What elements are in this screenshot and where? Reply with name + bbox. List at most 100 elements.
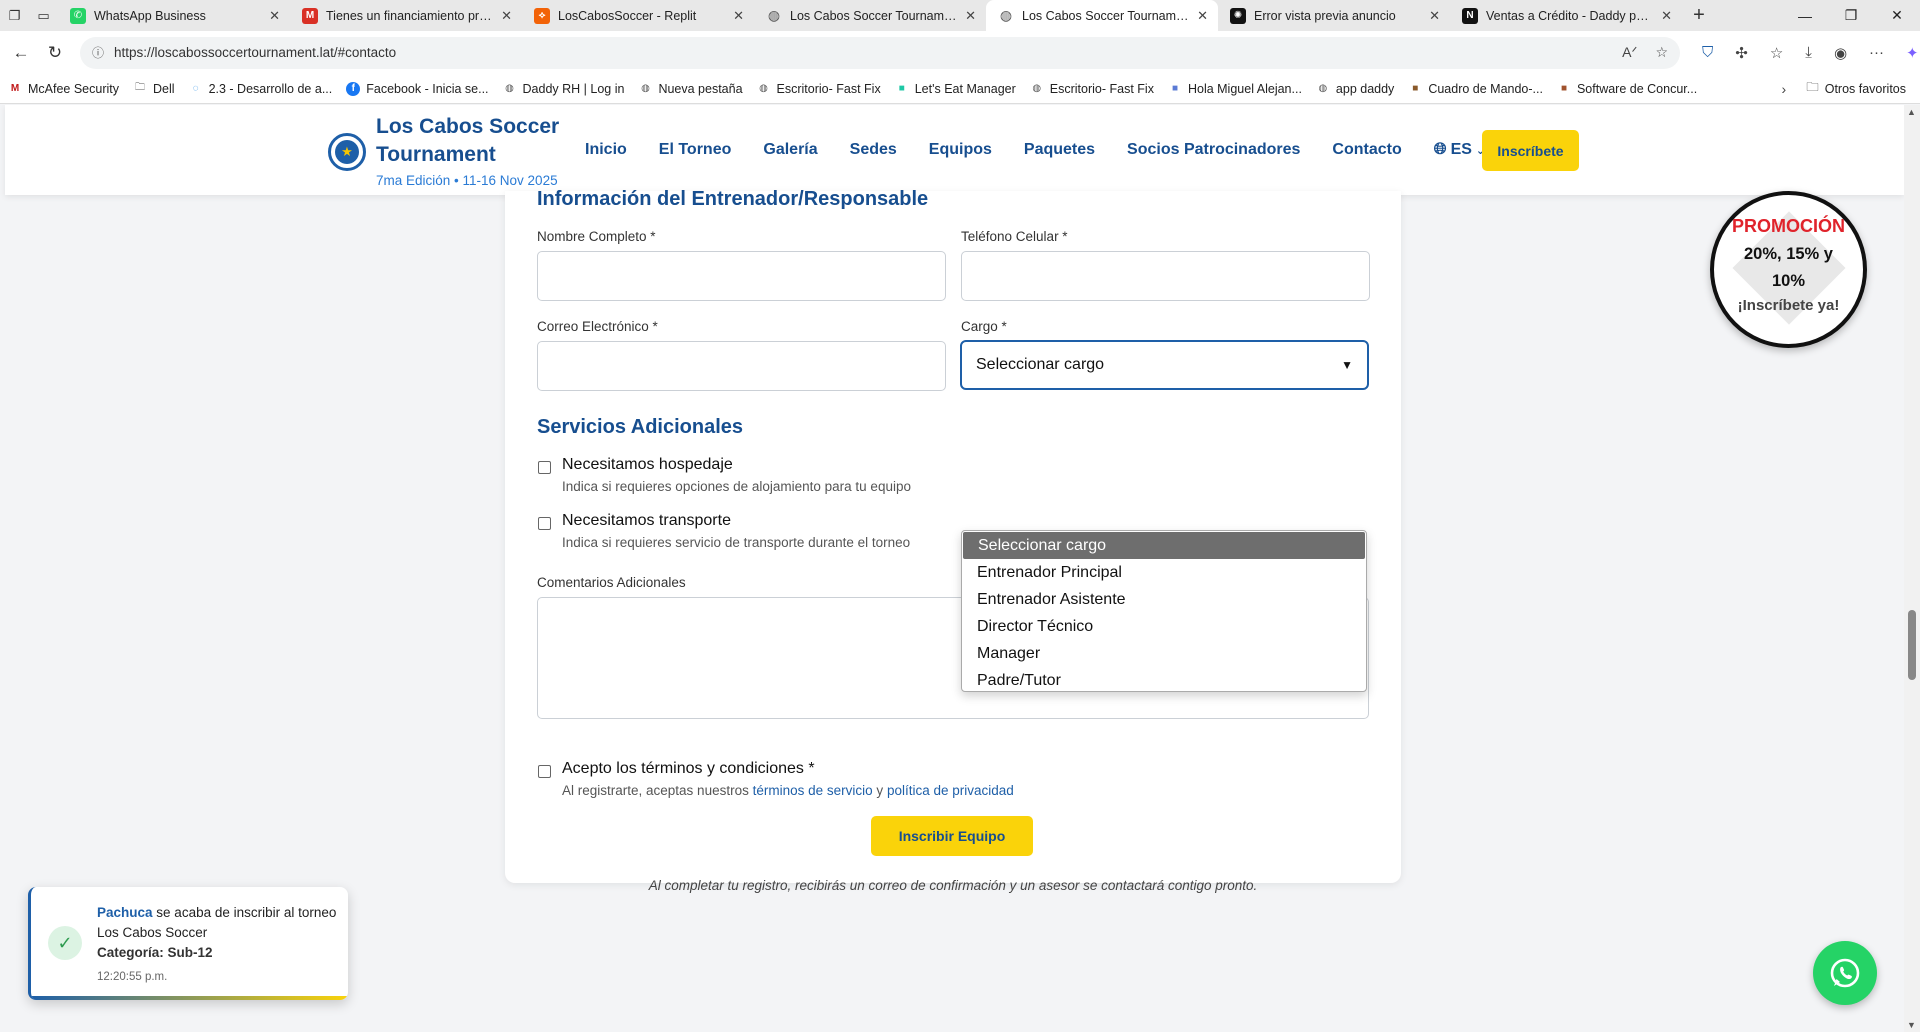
close-tab-icon[interactable]: ✕ — [1661, 8, 1672, 24]
lodging-checkbox[interactable] — [538, 461, 551, 474]
nav-paquetes[interactable]: Paquetes — [1024, 141, 1095, 159]
browser-tab[interactable]: M Tienes un financiamiento pre-ap ✕ — [290, 0, 522, 31]
bookmark-item[interactable]: ◍ app daddy — [1316, 82, 1395, 96]
bookmarks-overflow-icon[interactable]: › — [1782, 81, 1787, 97]
nav-galeria[interactable]: Galería — [763, 141, 817, 159]
toast-time: 12:20:55 p.m. — [97, 971, 168, 983]
submit-team-button[interactable]: Inscribir Equipo — [871, 816, 1033, 856]
app-icon: ■ — [898, 83, 905, 94]
replit-icon: ⟡ — [534, 7, 550, 24]
role-select[interactable]: Seleccionar cargo ▼ — [960, 340, 1369, 390]
tab-title: WhatsApp Business — [94, 8, 206, 23]
bookmark-item[interactable]: ◍ Daddy RH | Log in — [503, 82, 624, 96]
profile-avatar[interactable]: ◉ — [1834, 44, 1847, 62]
bookmark-item[interactable]: ■ Cuadro de Mando-... — [1408, 82, 1543, 96]
shield-icon[interactable]: ⛉ — [1702, 44, 1713, 61]
role-option[interactable]: Entrenador Principal — [962, 559, 1366, 586]
page-scrollbar[interactable]: ▲ ▼ — [1904, 105, 1920, 1032]
bookmark-item[interactable]: 🗀 Dell — [133, 82, 175, 96]
globe-icon: ◍ — [1318, 83, 1328, 94]
globe-icon: ◍ — [505, 83, 514, 94]
browser-tab[interactable]: ✆ WhatsApp Business ✕ — [58, 0, 290, 31]
nav-socios[interactable]: Socios Patrocinadores — [1127, 141, 1300, 159]
browser-tab[interactable]: ◍ Los Cabos Soccer Tournament - ✕ — [986, 0, 1218, 31]
close-window-icon[interactable]: ✕ — [1874, 0, 1920, 31]
read-aloud-icon[interactable]: Aᐟ — [1622, 44, 1637, 61]
url-input[interactable]: ⓘ https://loscabossoccertournament.lat/#… — [80, 36, 1680, 69]
openai-icon: ✺ — [1230, 7, 1246, 24]
role-option[interactable]: Manager — [962, 640, 1366, 667]
address-bar: ← ↻ ⓘ https://loscabossoccertournament.l… — [0, 31, 1920, 74]
main-nav: Inicio El Torneo Galería Sedes Equipos P… — [585, 141, 1485, 159]
scroll-down-icon[interactable]: ▼ — [1907, 1020, 1916, 1030]
toast-message: Pachuca se acaba de inscribir al torneo … — [97, 903, 337, 943]
close-tab-icon[interactable]: ✕ — [1197, 8, 1208, 24]
scrollbar-thumb[interactable] — [1908, 610, 1916, 680]
nav-el-torneo[interactable]: El Torneo — [659, 141, 732, 159]
role-option[interactable]: Director Técnico — [962, 613, 1366, 640]
terms-of-service-link[interactable]: términos de servicio — [753, 783, 873, 798]
workspaces-icon[interactable]: ❐ — [0, 0, 29, 31]
url-text: https://loscabossoccertournament.lat/#co… — [114, 45, 397, 60]
bookmark-label: Cuadro de Mando-... — [1428, 81, 1543, 96]
role-option[interactable]: Seleccionar cargo — [963, 532, 1365, 559]
new-tab-button[interactable]: + — [1682, 0, 1716, 31]
language-selector[interactable]: 🌐︎ ES ⌄ — [1434, 141, 1485, 159]
extensions-icon[interactable]: ✣ — [1735, 44, 1748, 62]
other-bookmarks[interactable]: 🗀 Otros favoritos — [1806, 78, 1906, 99]
facebook-icon: f — [346, 81, 361, 96]
bookmark-item[interactable]: f Facebook - Inicia se... — [346, 81, 489, 96]
bookmark-item[interactable]: ◍ Nueva pestaña — [638, 82, 742, 96]
close-tab-icon[interactable]: ✕ — [1429, 8, 1440, 24]
bookmark-item[interactable]: M McAfee Security — [8, 82, 119, 96]
favorites-icon[interactable]: ☆ — [1770, 44, 1783, 62]
whatsapp-chat-button[interactable] — [1813, 941, 1877, 1005]
browser-tab[interactable]: ✺ Error vista previa anuncio ✕ — [1218, 0, 1450, 31]
bookmark-item[interactable]: ◍ Escritorio- Fast Fix — [757, 82, 881, 96]
bookmark-item[interactable]: ◌ 2.3 - Desarrollo de a... — [189, 82, 333, 96]
bookmark-item[interactable]: ◍ Escritorio- Fast Fix — [1030, 82, 1154, 96]
reload-icon[interactable]: ↻ — [38, 43, 72, 63]
close-tab-icon[interactable]: ✕ — [733, 8, 744, 24]
nav-sedes[interactable]: Sedes — [850, 141, 897, 159]
browser-tab[interactable]: ◍ Los Cabos Soccer Tournament - ✕ — [754, 0, 986, 31]
restore-icon[interactable]: ❐ — [1828, 0, 1874, 31]
role-option[interactable]: Padre/Tutor — [962, 667, 1366, 694]
full-name-input[interactable] — [537, 251, 946, 301]
toast-team: Pachuca — [97, 905, 153, 920]
transport-checkbox[interactable] — [538, 517, 551, 530]
phone-input[interactable] — [961, 251, 1370, 301]
brand[interactable]: ★ Los Cabos Soccer Tournament 7ma Edició… — [328, 113, 576, 188]
email-input[interactable] — [537, 341, 946, 391]
whatsapp-icon: ✆ — [70, 7, 86, 24]
close-tab-icon[interactable]: ✕ — [501, 8, 512, 24]
vertical-tabs-icon[interactable]: ▭ — [29, 0, 58, 31]
close-tab-icon[interactable]: ✕ — [269, 8, 280, 24]
privacy-policy-link[interactable]: política de privacidad — [887, 783, 1014, 798]
browser-tab[interactable]: ⟡ LosCabosSoccer - Replit ✕ — [522, 0, 754, 31]
site-info-icon[interactable]: ⓘ — [92, 44, 104, 61]
nav-contacto[interactable]: Contacto — [1332, 141, 1401, 159]
terms-checkbox[interactable] — [538, 765, 551, 778]
bookmark-item[interactable]: ■ Software de Concur... — [1557, 82, 1697, 96]
nav-equipos[interactable]: Equipos — [929, 141, 992, 159]
downloads-icon[interactable]: ⤓ — [1805, 44, 1812, 61]
scroll-up-icon[interactable]: ▲ — [1907, 107, 1916, 117]
role-option[interactable]: Entrenador Asistente — [962, 586, 1366, 613]
bookmark-item[interactable]: ■ Hola Miguel Alejan... — [1168, 82, 1302, 96]
more-menu-icon[interactable]: ··· — [1869, 44, 1884, 61]
role-label: Cargo * — [961, 319, 1007, 334]
close-tab-icon[interactable]: ✕ — [965, 8, 976, 24]
copilot-icon[interactable]: ✦ — [1906, 44, 1919, 62]
bookmark-item[interactable]: ■ Let's Eat Manager — [895, 82, 1016, 96]
signup-button[interactable]: Inscríbete — [1482, 130, 1579, 171]
back-icon[interactable]: ← — [4, 43, 38, 63]
terms-description: Al registrarte, aceptas nuestros término… — [562, 783, 1014, 798]
tab-title: LosCabosSoccer - Replit — [558, 8, 697, 23]
browser-tab[interactable]: N Ventas a Crédito - Daddy pollo ✕ — [1450, 0, 1682, 31]
minimize-icon[interactable]: — — [1782, 0, 1828, 31]
nav-inicio[interactable]: Inicio — [585, 141, 627, 159]
promo-badge[interactable]: PROMOCIÓN 20%, 15% y 10% ¡Inscríbete ya! — [1710, 191, 1867, 348]
favorite-star-icon[interactable]: ☆ — [1655, 44, 1668, 61]
app-icon: ■ — [1171, 83, 1178, 94]
